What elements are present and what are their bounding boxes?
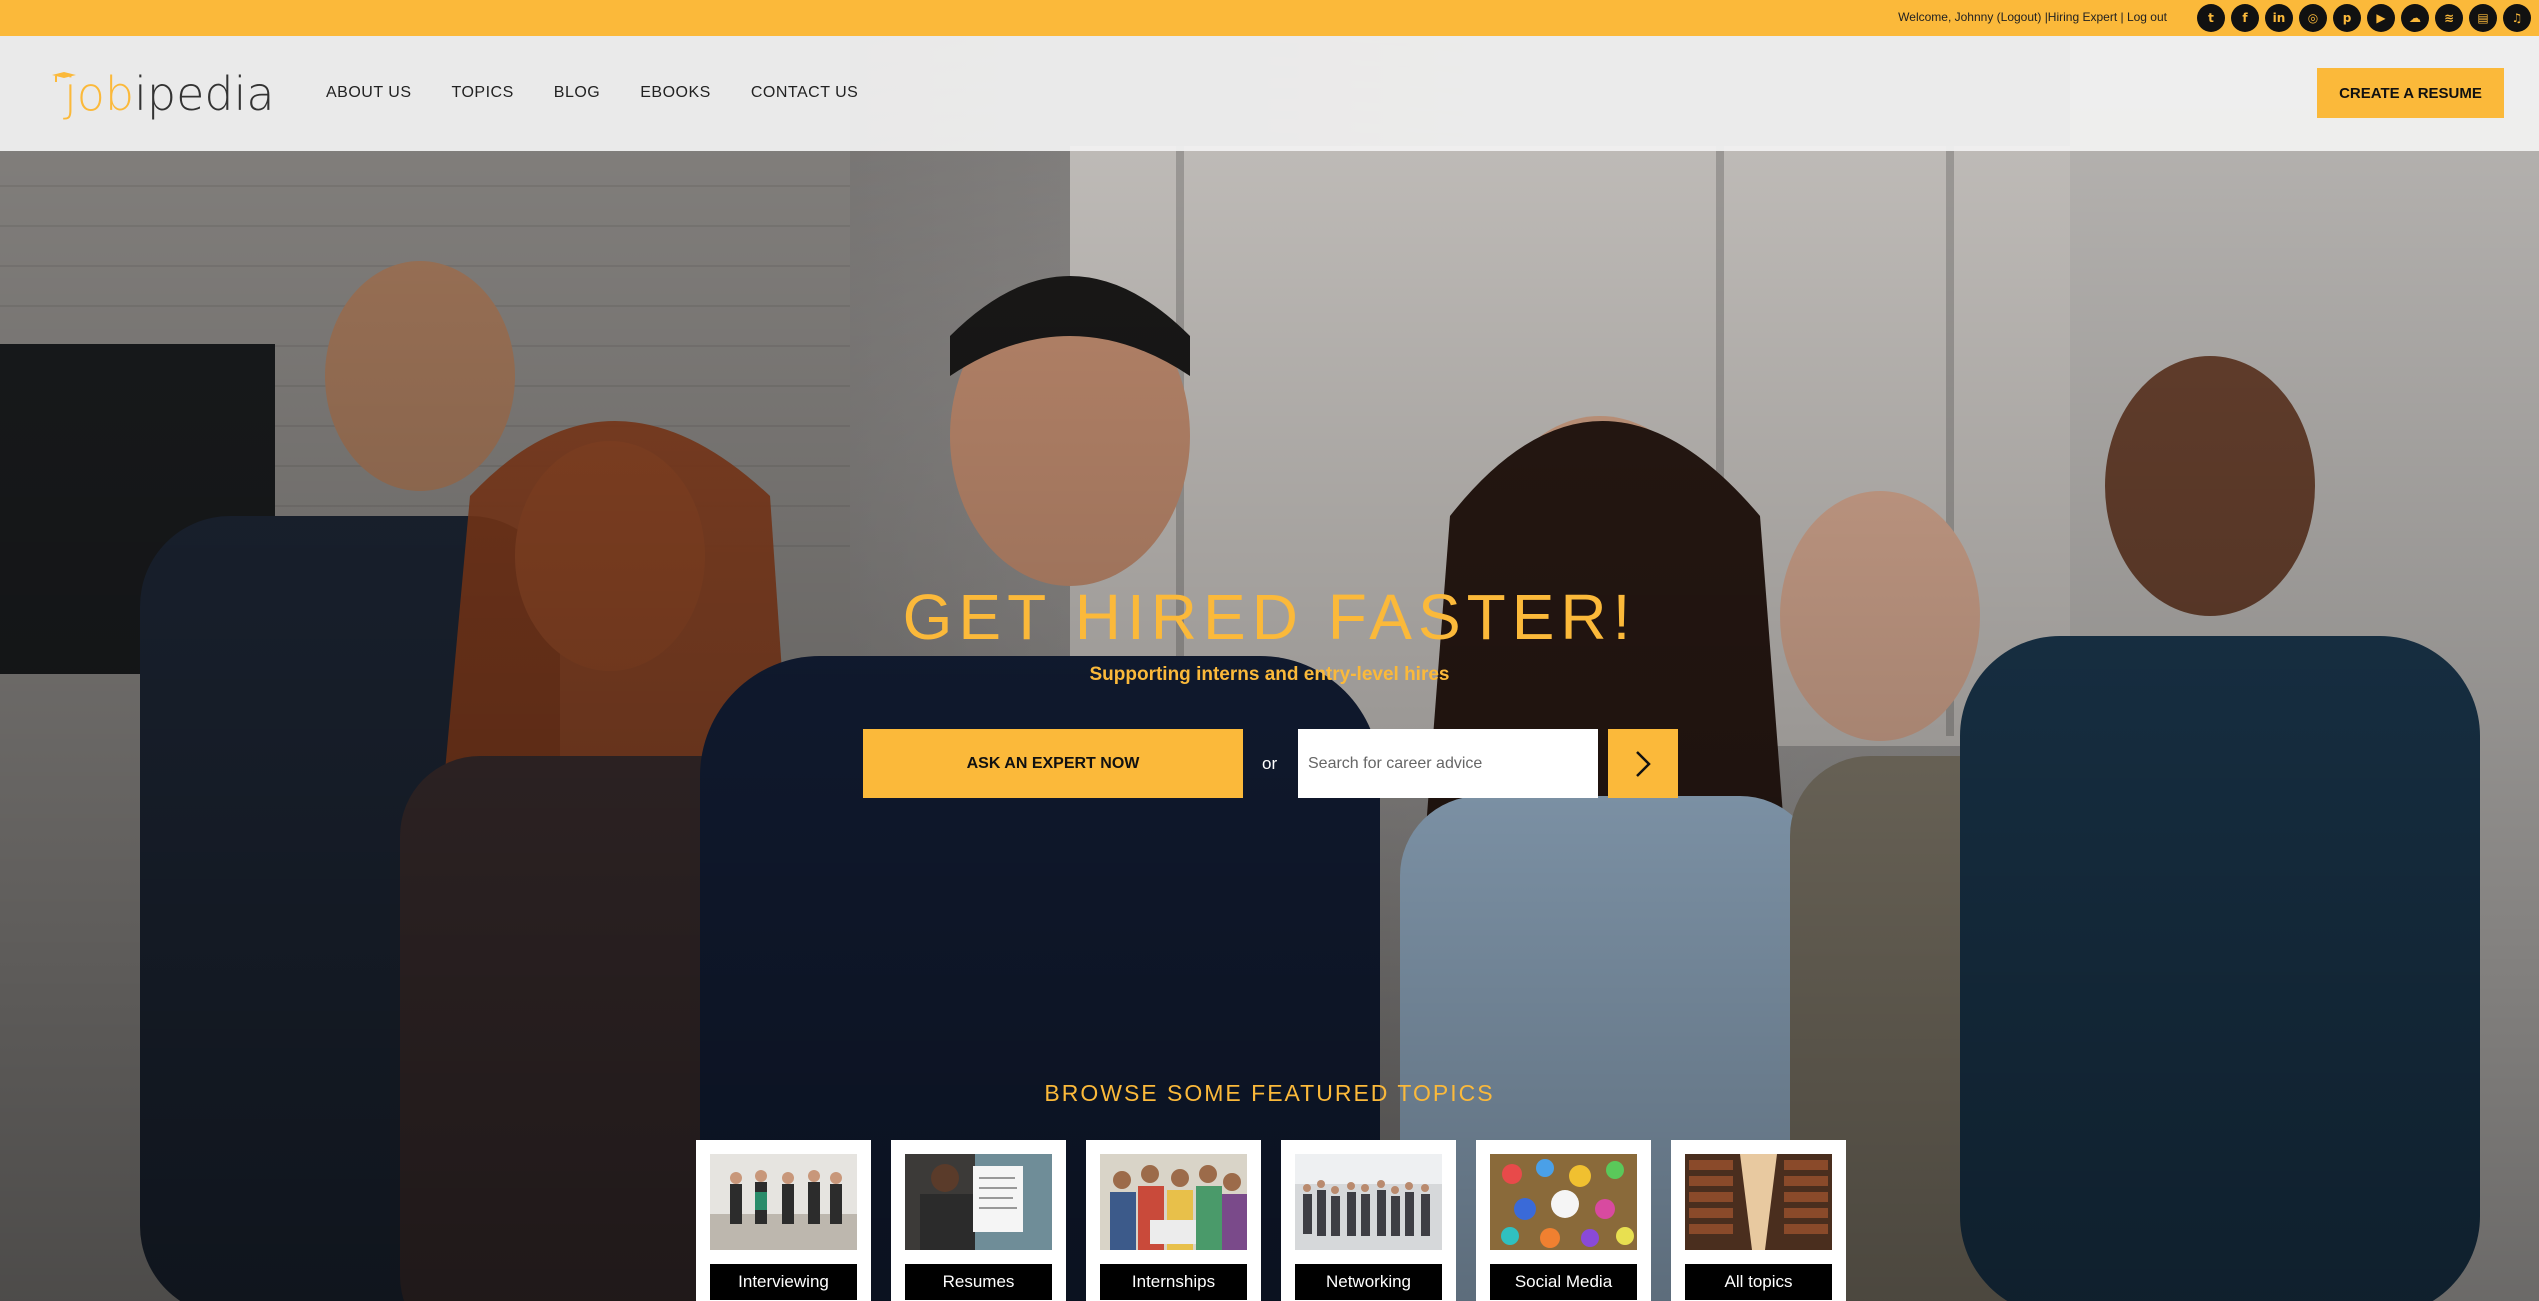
spotify-icon[interactable]: ≋ [2435, 4, 2463, 32]
or-separator: or [1262, 754, 1278, 773]
jobipedia-logo[interactable]: jobipedia [52, 64, 282, 124]
welcome-account-links[interactable]: Welcome, Johnny (Logout) |Hiring Expert … [1898, 10, 2167, 24]
interviewing-thumbnail [710, 1154, 857, 1250]
topic-label: Social Media [1490, 1264, 1637, 1300]
linkedin-icon[interactable]: in [2265, 4, 2293, 32]
social-media-thumbnail [1490, 1154, 1637, 1250]
nav-blog[interactable]: BLOG [554, 84, 600, 102]
networking-thumbnail [1295, 1154, 1442, 1250]
stitcher-icon[interactable]: ▤ [2469, 4, 2497, 32]
logo-job-text: job [64, 67, 135, 121]
topic-label: Resumes [905, 1264, 1052, 1300]
nav-ebooks[interactable]: EBOOKS [640, 84, 711, 102]
ask-expert-button[interactable]: ASK AN EXPERT NOW [863, 729, 1243, 798]
topic-label: Networking [1295, 1264, 1442, 1300]
topic-label: All topics [1685, 1264, 1832, 1300]
topic-label: Internships [1100, 1264, 1247, 1300]
topic-card-social-media[interactable]: Social Media [1476, 1140, 1651, 1301]
all-topics-thumbnail [1685, 1154, 1832, 1250]
nav-about-us[interactable]: ABOUT US [326, 84, 412, 102]
top-utility-bar: Welcome, Johnny (Logout) |Hiring Expert … [0, 0, 2539, 36]
nav-contact-us[interactable]: CONTACT US [751, 84, 859, 102]
topic-card-networking[interactable]: Networking [1281, 1140, 1456, 1301]
resumes-thumbnail [905, 1154, 1052, 1250]
topic-card-internships[interactable]: Internships [1086, 1140, 1261, 1301]
twitter-icon[interactable]: t [2197, 4, 2225, 32]
chevron-right-icon [1636, 750, 1651, 777]
featured-topics-title: BROWSE SOME FEATURED TOPICS [1044, 1080, 1495, 1106]
pinterest-icon[interactable]: p [2333, 4, 2361, 32]
topic-card-interviewing[interactable]: Interviewing [696, 1140, 871, 1301]
topic-card-resumes[interactable]: Resumes [891, 1140, 1066, 1301]
internships-thumbnail [1100, 1154, 1247, 1250]
youtube-icon[interactable]: ▶ [2367, 4, 2395, 32]
create-resume-button[interactable]: CREATE A RESUME [2317, 68, 2504, 118]
facebook-icon[interactable]: f [2231, 4, 2259, 32]
search-submit-button[interactable] [1608, 729, 1678, 798]
featured-topics-list: Interviewing Resumes Internships Network… [696, 1140, 1846, 1301]
logo-pedia-text: ipedia [134, 67, 275, 121]
main-nav: ABOUT US TOPICS BLOG EBOOKS CONTACT US [326, 84, 858, 102]
site-header: jobipedia ABOUT US TOPICS BLOG EBOOKS CO… [0, 36, 2539, 151]
soundcloud-icon[interactable]: ☁ [2401, 4, 2429, 32]
topic-label: Interviewing [710, 1264, 857, 1300]
hero-section: GET HIRED FASTER! Supporting interns and… [0, 36, 2539, 1301]
hero-headline: GET HIRED FASTER! [902, 581, 1637, 653]
career-advice-search-input[interactable] [1298, 729, 1598, 798]
itunes-icon[interactable]: ♫ [2503, 4, 2531, 32]
hero-subline: Supporting interns and entry-level hires [1089, 664, 1450, 685]
topic-card-all-topics[interactable]: All topics [1671, 1140, 1846, 1301]
social-links: t f in ◎ p ▶ ☁ ≋ ▤ ♫ [2197, 4, 2531, 32]
nav-topics[interactable]: TOPICS [452, 84, 514, 102]
instagram-icon[interactable]: ◎ [2299, 4, 2327, 32]
